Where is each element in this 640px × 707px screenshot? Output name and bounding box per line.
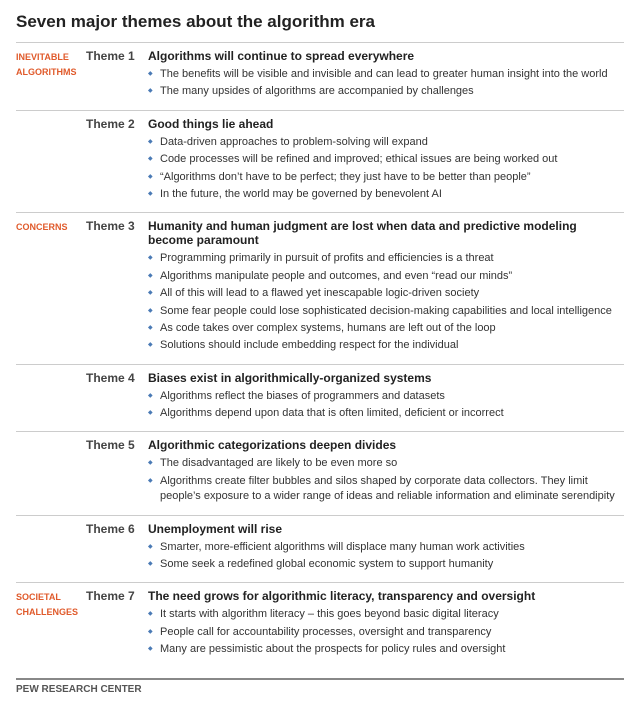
bullet-item: Data-driven approaches to problem-solvin…: [148, 135, 624, 150]
section-label-societal: SOCIETAL CHALLENGES: [16, 583, 86, 668]
theme-row-theme6: Theme 6Unemployment will rise Smarter, mo…: [16, 515, 624, 583]
page-wrapper: Seven major themes about the algorithm e…: [0, 0, 640, 707]
section-label-concerns: CONCERNS: [16, 213, 86, 364]
theme-content-theme3: Humanity and human judgment are lost whe…: [148, 213, 624, 364]
bullet-list-theme5: The disadvantaged are likely to be even …: [148, 456, 624, 504]
bullet-list-theme3: Programming primarily in pursuit of prof…: [148, 251, 624, 353]
bullet-item: It starts with algorithm literacy – this…: [148, 607, 624, 622]
bullet-item: Programming primarily in pursuit of prof…: [148, 251, 624, 266]
theme-content-theme5: Algorithmic categorizations deepen divid…: [148, 432, 624, 515]
bullet-item: Algorithms create filter bubbles and sil…: [148, 474, 624, 505]
theme-label-theme1: Theme 1: [86, 43, 148, 111]
section-label-concerns: [16, 364, 86, 432]
theme-row-theme7: SOCIETAL CHALLENGES Theme 7The need grows…: [16, 583, 624, 668]
theme-label-theme7: Theme 7: [86, 583, 148, 668]
theme-label-theme6: Theme 6: [86, 515, 148, 583]
bullet-item: The many upsides of algorithms are accom…: [148, 84, 624, 99]
theme-label-theme2: Theme 2: [86, 110, 148, 213]
section-label-text-concerns: CONCERNS: [16, 222, 68, 232]
bullet-list-theme7: It starts with algorithm literacy – this…: [148, 607, 624, 657]
theme-title-theme4: Biases exist in algorithmically-organize…: [148, 371, 624, 385]
theme-label-theme4: Theme 4: [86, 364, 148, 432]
section-label-text-societal: SOCIETAL CHALLENGES: [16, 592, 78, 617]
bullet-item: The benefits will be visible and invisib…: [148, 67, 624, 82]
theme-row-theme2: Theme 2Good things lie ahead Data-driven …: [16, 110, 624, 213]
bullet-item: Solutions should include embedding respe…: [148, 338, 624, 353]
bullet-item: Algorithms depend upon data that is ofte…: [148, 406, 624, 421]
bullet-item: Some fear people could lose sophisticate…: [148, 304, 624, 319]
bullet-item: “Algorithms don’t have to be perfect; th…: [148, 170, 624, 185]
bullet-item: Algorithms manipulate people and outcome…: [148, 269, 624, 284]
theme-row-theme4: Theme 4Biases exist in algorithmically-o…: [16, 364, 624, 432]
theme-title-theme2: Good things lie ahead: [148, 117, 624, 131]
bullet-item: Many are pessimistic about the prospects…: [148, 642, 624, 657]
bullet-list-theme1: The benefits will be visible and invisib…: [148, 67, 624, 100]
theme-content-theme7: The need grows for algorithmic literacy,…: [148, 583, 624, 668]
section-label-inevitable: INEVITABLE ALGORITHMS: [16, 43, 86, 111]
theme-title-theme5: Algorithmic categorizations deepen divid…: [148, 438, 624, 452]
theme-content-theme1: Algorithms will continue to spread every…: [148, 43, 624, 111]
bullet-item: Code processes will be refined and impro…: [148, 152, 624, 167]
bullet-list-theme6: Smarter, more-efficient algorithms will …: [148, 540, 624, 573]
theme-label-theme5: Theme 5: [86, 432, 148, 515]
bullet-item: Smarter, more-efficient algorithms will …: [148, 540, 624, 555]
section-label-concerns: [16, 432, 86, 515]
bullet-list-theme4: Algorithms reflect the biases of program…: [148, 389, 624, 422]
footer: PEW RESEARCH CENTER: [16, 678, 624, 695]
section-label-inevitable: [16, 110, 86, 213]
theme-row-theme5: Theme 5Algorithmic categorizations deepe…: [16, 432, 624, 515]
bullet-item: As code takes over complex systems, huma…: [148, 321, 624, 336]
theme-title-theme6: Unemployment will rise: [148, 522, 624, 536]
theme-title-theme1: Algorithms will continue to spread every…: [148, 49, 624, 63]
theme-title-theme7: The need grows for algorithmic literacy,…: [148, 589, 624, 603]
bullet-item: All of this will lead to a flawed yet in…: [148, 286, 624, 301]
main-table: INEVITABLE ALGORITHMS Theme 1Algorithms w…: [16, 42, 624, 668]
theme-title-theme3: Humanity and human judgment are lost whe…: [148, 219, 624, 247]
theme-label-theme3: Theme 3: [86, 213, 148, 364]
theme-content-theme4: Biases exist in algorithmically-organize…: [148, 364, 624, 432]
bullet-item: People call for accountability processes…: [148, 625, 624, 640]
bullet-item: Some seek a redefined global economic sy…: [148, 557, 624, 572]
bullet-item: In the future, the world may be governed…: [148, 187, 624, 202]
theme-content-theme6: Unemployment will rise Smarter, more-effi…: [148, 515, 624, 583]
page-title: Seven major themes about the algorithm e…: [16, 12, 624, 32]
bullet-list-theme2: Data-driven approaches to problem-solvin…: [148, 135, 624, 203]
theme-row-theme1: INEVITABLE ALGORITHMS Theme 1Algorithms w…: [16, 43, 624, 111]
theme-row-theme3: CONCERNS Theme 3Humanity and human judgme…: [16, 213, 624, 364]
theme-content-theme2: Good things lie ahead Data-driven approac…: [148, 110, 624, 213]
section-label-text-inevitable: INEVITABLE ALGORITHMS: [16, 52, 77, 77]
bullet-item: Algorithms reflect the biases of program…: [148, 389, 624, 404]
section-label-concerns: [16, 515, 86, 583]
bullet-item: The disadvantaged are likely to be even …: [148, 456, 624, 471]
